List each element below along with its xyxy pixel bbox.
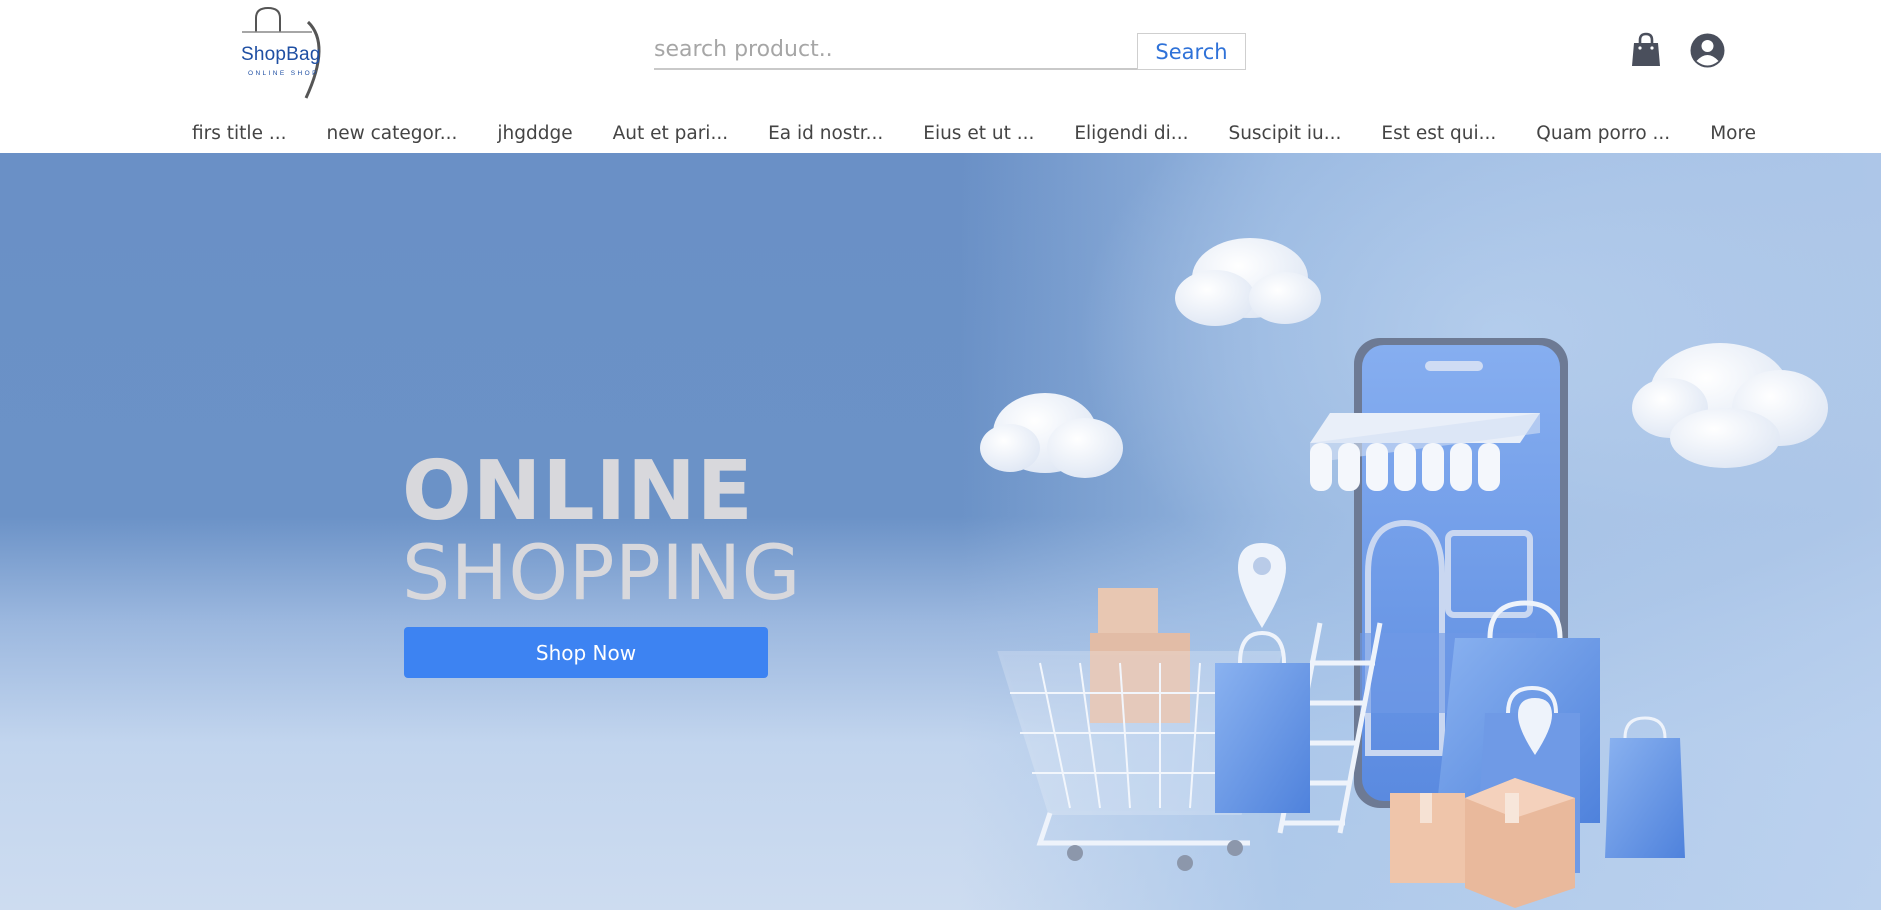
parcel-box-icon [1465, 778, 1575, 908]
parcel-box-icon [1390, 793, 1465, 883]
search-button[interactable]: Search [1137, 33, 1246, 70]
category-nav: firs title ... new categor... jhgddge Au… [192, 118, 1756, 148]
nav-item-1[interactable]: firs title ... [192, 123, 286, 144]
nav-item-2[interactable]: new categor... [326, 123, 457, 144]
logo-name: ShopBag [241, 44, 321, 65]
hero-banner: ONLINE SHOPPING Shop Now [0, 153, 1881, 910]
shopbag-logo[interactable]: ShopBag ONLINE SHOP [236, 4, 346, 100]
cloud-icon [980, 393, 1123, 478]
nav-item-6[interactable]: Eius et ut ... [923, 123, 1034, 144]
cloud-icon [1175, 238, 1321, 326]
logo-tagline: ONLINE SHOP [248, 70, 319, 77]
site-header: ShopBag ONLINE SHOP Search firs title ..… [0, 0, 1881, 153]
online-shopping-illustration [980, 238, 1828, 908]
hero-title-line2: SHOPPING [402, 528, 802, 617]
nav-item-more[interactable]: More [1710, 123, 1756, 144]
cloud-icon [1632, 343, 1828, 468]
nav-item-9[interactable]: Est est qui... [1381, 123, 1496, 144]
nav-item-7[interactable]: Eligendi di... [1074, 123, 1188, 144]
location-pin-icon [1238, 543, 1286, 628]
nav-item-4[interactable]: Aut et pari... [613, 123, 729, 144]
search-input[interactable] [654, 33, 1138, 70]
hero-title-line1: ONLINE [402, 444, 754, 539]
shop-now-button[interactable]: Shop Now [404, 627, 768, 678]
user-circle-icon[interactable] [1690, 33, 1725, 68]
nav-item-3[interactable]: jhgddge [497, 123, 572, 144]
nav-item-10[interactable]: Quam porro ... [1536, 123, 1670, 144]
shopping-bag-icon[interactable] [1631, 32, 1661, 68]
shopping-bag-icon [1605, 716, 1685, 858]
search-bar: Search [654, 33, 1246, 70]
nav-item-5[interactable]: Ea id nostr... [768, 123, 883, 144]
nav-item-8[interactable]: Suscipit iu... [1228, 123, 1341, 144]
